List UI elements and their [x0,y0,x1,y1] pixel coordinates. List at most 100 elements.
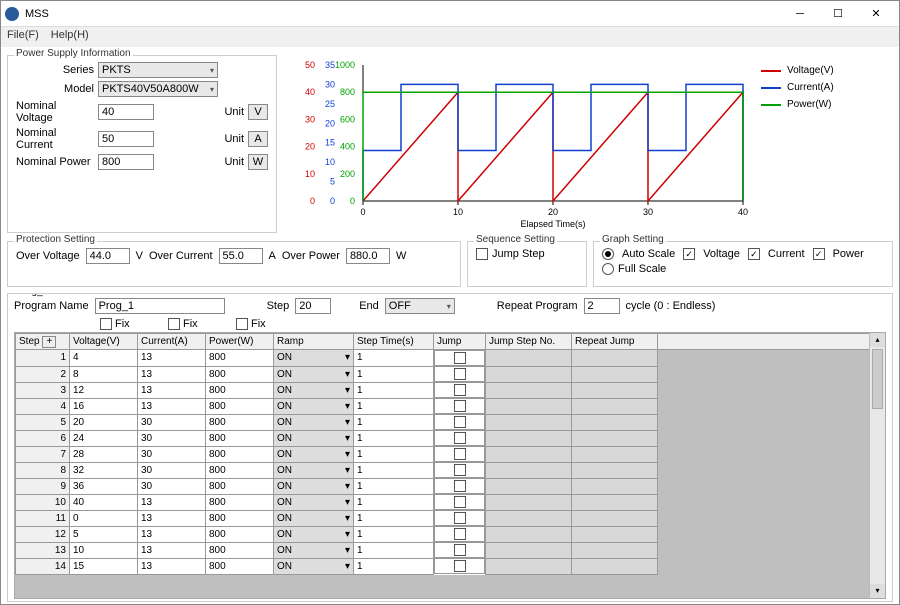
cell-current[interactable]: 13 [138,366,206,382]
table-row[interactable]: 31213800ON▾1 [16,382,885,398]
end-select[interactable]: OFF▾ [385,298,455,314]
cell-steptime[interactable]: 1 [354,526,434,542]
repeat-program-input[interactable] [584,298,620,314]
step-input[interactable] [295,298,331,314]
minimize-button[interactable]: ─ [781,3,819,25]
ramp-select[interactable]: ON▾ [274,399,353,414]
scroll-thumb[interactable] [872,349,883,409]
auto-scale-radio[interactable] [602,248,614,260]
cell-steptime[interactable]: 1 [354,398,434,414]
cell-current[interactable]: 13 [138,350,206,367]
jump-checkbox[interactable] [454,496,466,508]
jump-checkbox[interactable] [454,432,466,444]
table-row[interactable]: 1413800ON▾1 [16,350,885,367]
cell-current[interactable]: 13 [138,494,206,510]
table-row[interactable]: 141513800ON▾1 [16,558,885,574]
cell-power[interactable]: 800 [206,478,274,494]
ramp-select[interactable]: ON▾ [274,559,353,574]
cell-current[interactable]: 30 [138,430,206,446]
cell-current[interactable]: 13 [138,398,206,414]
jump-step-checkbox[interactable] [476,248,488,260]
cell-voltage[interactable]: 8 [70,366,138,382]
cell-power[interactable]: 800 [206,542,274,558]
cell-current[interactable]: 13 [138,558,206,574]
ramp-select[interactable]: ON▾ [274,367,353,382]
cell-voltage[interactable]: 32 [70,462,138,478]
table-row[interactable]: 83230800ON▾1 [16,462,885,478]
cell-current[interactable]: 30 [138,478,206,494]
cell-steptime[interactable]: 1 [354,510,434,526]
cell-voltage[interactable]: 4 [70,350,138,367]
nominal-power-input[interactable] [98,154,154,170]
program-name-input[interactable] [95,298,225,314]
jump-checkbox[interactable] [454,384,466,396]
ramp-select[interactable]: ON▾ [274,415,353,430]
over-voltage-input[interactable] [86,248,130,264]
cell-current[interactable]: 13 [138,542,206,558]
cell-power[interactable]: 800 [206,430,274,446]
jump-checkbox[interactable] [454,480,466,492]
cell-steptime[interactable]: 1 [354,446,434,462]
cell-current[interactable]: 13 [138,510,206,526]
jump-checkbox[interactable] [454,512,466,524]
cell-steptime[interactable]: 1 [354,350,434,367]
cell-steptime[interactable]: 1 [354,382,434,398]
jump-checkbox[interactable] [454,448,466,460]
cell-power[interactable]: 800 [206,494,274,510]
cell-steptime[interactable]: 1 [354,478,434,494]
ramp-select[interactable]: ON▾ [274,543,353,558]
scroll-up-icon[interactable]: ▴ [870,333,885,347]
ramp-select[interactable]: ON▾ [274,479,353,494]
cell-voltage[interactable]: 12 [70,382,138,398]
current-checkbox[interactable] [748,248,760,260]
nominal-current-input[interactable] [98,131,154,147]
ramp-select[interactable]: ON▾ [274,463,353,478]
table-row[interactable]: 72830800ON▾1 [16,446,885,462]
ramp-select[interactable]: ON▾ [274,431,353,446]
ramp-select[interactable]: ON▾ [274,383,353,398]
cell-voltage[interactable]: 28 [70,446,138,462]
jump-checkbox[interactable] [454,464,466,476]
cell-steptime[interactable]: 1 [354,542,434,558]
menu-help[interactable]: Help(H) [51,29,89,45]
cell-power[interactable]: 800 [206,366,274,382]
ramp-select[interactable]: ON▾ [274,511,353,526]
scroll-down-icon[interactable]: ▾ [870,584,885,598]
jump-checkbox[interactable] [454,352,466,364]
cell-voltage[interactable]: 15 [70,558,138,574]
menu-file[interactable]: File(F) [7,29,39,45]
table-row[interactable]: 11013800ON▾1 [16,510,885,526]
cell-current[interactable]: 30 [138,462,206,478]
maximize-button[interactable]: ☐ [819,3,857,25]
jump-checkbox[interactable] [454,368,466,380]
cell-steptime[interactable]: 1 [354,494,434,510]
jump-checkbox[interactable] [454,416,466,428]
cell-power[interactable]: 800 [206,462,274,478]
ramp-select[interactable]: ON▾ [274,527,353,542]
over-power-input[interactable] [346,248,390,264]
ramp-select[interactable]: ON▾ [274,495,353,510]
cell-steptime[interactable]: 1 [354,366,434,382]
close-button[interactable]: ✕ [857,3,895,25]
cell-power[interactable]: 800 [206,446,274,462]
add-step-button[interactable]: + [42,336,56,348]
cell-power[interactable]: 800 [206,414,274,430]
fix-current-checkbox[interactable] [168,318,180,330]
fix-power-checkbox[interactable] [236,318,248,330]
nominal-voltage-input[interactable] [98,104,154,120]
table-row[interactable]: 2813800ON▾1 [16,366,885,382]
table-row[interactable]: 104013800ON▾1 [16,494,885,510]
jump-checkbox[interactable] [454,544,466,556]
cell-voltage[interactable]: 24 [70,430,138,446]
voltage-checkbox[interactable] [683,248,695,260]
over-current-input[interactable] [219,248,263,264]
cell-current[interactable]: 30 [138,446,206,462]
table-row[interactable]: 12513800ON▾1 [16,526,885,542]
cell-power[interactable]: 800 [206,526,274,542]
fix-voltage-checkbox[interactable] [100,318,112,330]
table-row[interactable]: 62430800ON▾1 [16,430,885,446]
cell-current[interactable]: 13 [138,382,206,398]
cell-power[interactable]: 800 [206,558,274,574]
ramp-select[interactable]: ON▾ [274,350,353,366]
table-row[interactable]: 93630800ON▾1 [16,478,885,494]
